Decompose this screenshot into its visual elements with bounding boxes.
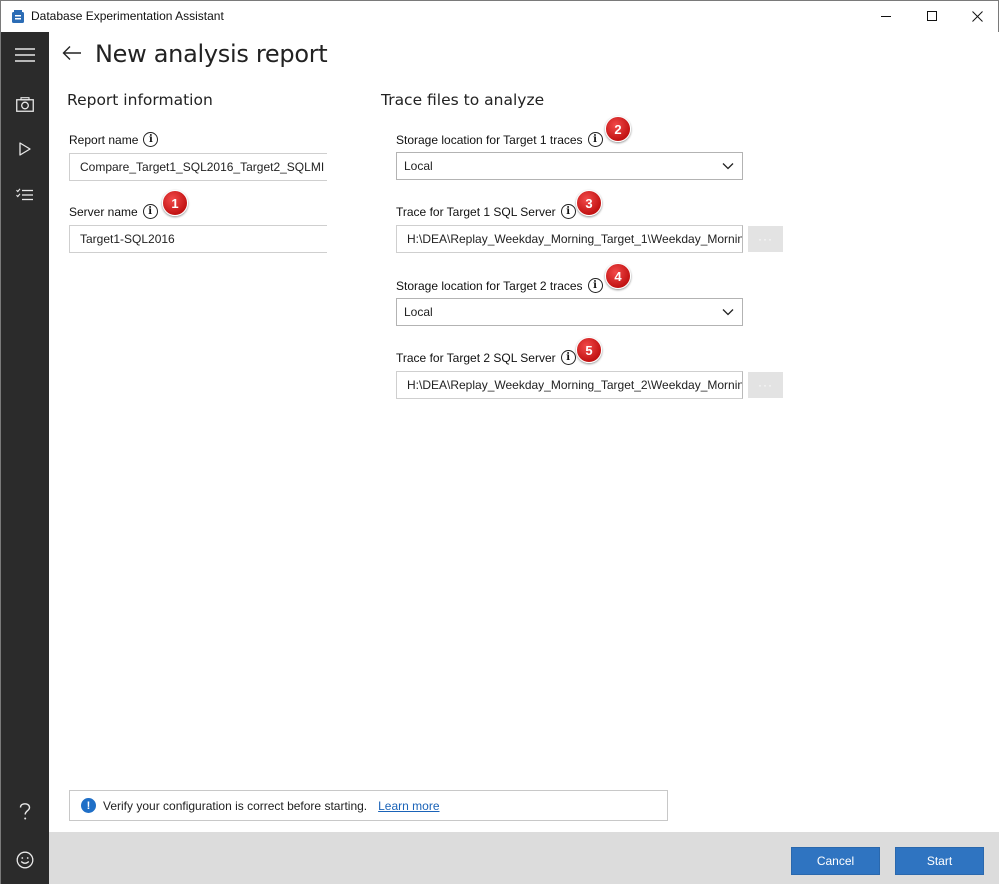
maximize-button[interactable] [909,1,955,32]
storage2-select-value: Local [404,305,433,319]
storage1-label-text: Storage location for Target 1 traces [396,132,583,147]
storage2-label-text: Storage location for Target 2 traces [396,278,583,293]
checklist-icon [16,188,33,201]
server-name-input[interactable]: Target1-SQL2016 [69,225,327,253]
info-icon[interactable]: i [560,350,576,365]
app-logo-icon [12,10,24,23]
report-info-heading: Report information [67,91,213,109]
play-icon [19,142,31,156]
feedback-button[interactable] [1,838,49,882]
annotation-badge-2: 2 [605,116,631,142]
trace1-label: Trace for Target 1 SQL Server i [396,204,576,219]
notice-text: Verify your configuration is correct bef… [103,798,368,813]
hamburger-menu-icon [15,48,35,62]
info-icon[interactable]: i [142,204,158,219]
trace2-browse-button[interactable]: ··· [748,372,783,398]
server-name-label-text: Server name [69,204,138,219]
storage1-select[interactable]: Local [396,152,743,180]
title-bar: Database Experimentation Assistant [1,1,998,32]
page-title: New analysis report [95,40,328,68]
minimize-icon [880,16,891,17]
info-notice: ! Verify your configuration is correct b… [69,790,668,821]
storage1-label: Storage location for Target 1 traces i [396,132,603,147]
trace1-path-input[interactable]: H:\DEA\Replay_Weekday_Morning_Target_1\W… [396,225,743,253]
smiley-feedback-icon [16,851,34,869]
trace2-path-input[interactable]: H:\DEA\Replay_Weekday_Morning_Target_2\W… [396,371,743,399]
storage2-select[interactable]: Local [396,298,743,326]
nav-capture-button[interactable] [1,82,49,126]
info-icon[interactable]: i [560,204,576,219]
chevron-down-icon [722,309,734,316]
trace1-label-text: Trace for Target 1 SQL Server [396,204,556,219]
footer-bar: Cancel Start [49,832,999,884]
main-content: New analysis report Report information R… [49,32,999,832]
close-button[interactable] [954,1,999,32]
storage1-select-value: Local [404,159,433,173]
close-icon [971,11,983,22]
maximize-icon [926,11,937,21]
report-name-label-text: Report name [69,132,139,147]
trace2-label: Trace for Target 2 SQL Server i [396,350,576,365]
minimize-button[interactable] [863,1,909,32]
help-icon [19,803,31,820]
window-title: Database Experimentation Assistant [31,9,224,23]
nav-replay-button[interactable] [1,127,49,171]
app-window: Database Experimentation Assistant New a… [0,0,999,884]
hamburger-menu-button[interactable] [1,33,49,77]
annotation-badge-5: 5 [576,337,602,363]
report-name-input[interactable]: Compare_Target1_SQL2016_Target2_SQLMI [69,153,327,181]
report-name-label: Report name i [69,132,159,147]
nav-rail [1,32,49,884]
back-arrow-icon[interactable] [61,43,85,63]
info-icon[interactable]: i [587,132,603,147]
trace-files-heading: Trace files to analyze [381,91,545,109]
start-button[interactable]: Start [895,847,984,875]
cancel-button[interactable]: Cancel [791,847,880,875]
nav-analysis-button[interactable] [1,173,49,217]
camera-icon [16,96,34,112]
info-filled-icon: ! [81,798,96,813]
learn-more-link[interactable]: Learn more [378,799,439,813]
trace1-browse-button[interactable]: ··· [748,226,783,252]
storage2-label: Storage location for Target 2 traces i [396,278,603,293]
trace2-label-text: Trace for Target 2 SQL Server [396,350,556,365]
chevron-down-icon [722,163,734,170]
info-icon[interactable]: i [587,278,603,293]
server-name-label: Server name i [69,204,158,219]
help-button[interactable] [1,790,49,834]
info-icon[interactable]: i [143,132,159,147]
annotation-badge-4: 4 [605,263,631,289]
annotation-badge-1: 1 [162,190,188,216]
annotation-badge-3: 3 [576,190,602,216]
